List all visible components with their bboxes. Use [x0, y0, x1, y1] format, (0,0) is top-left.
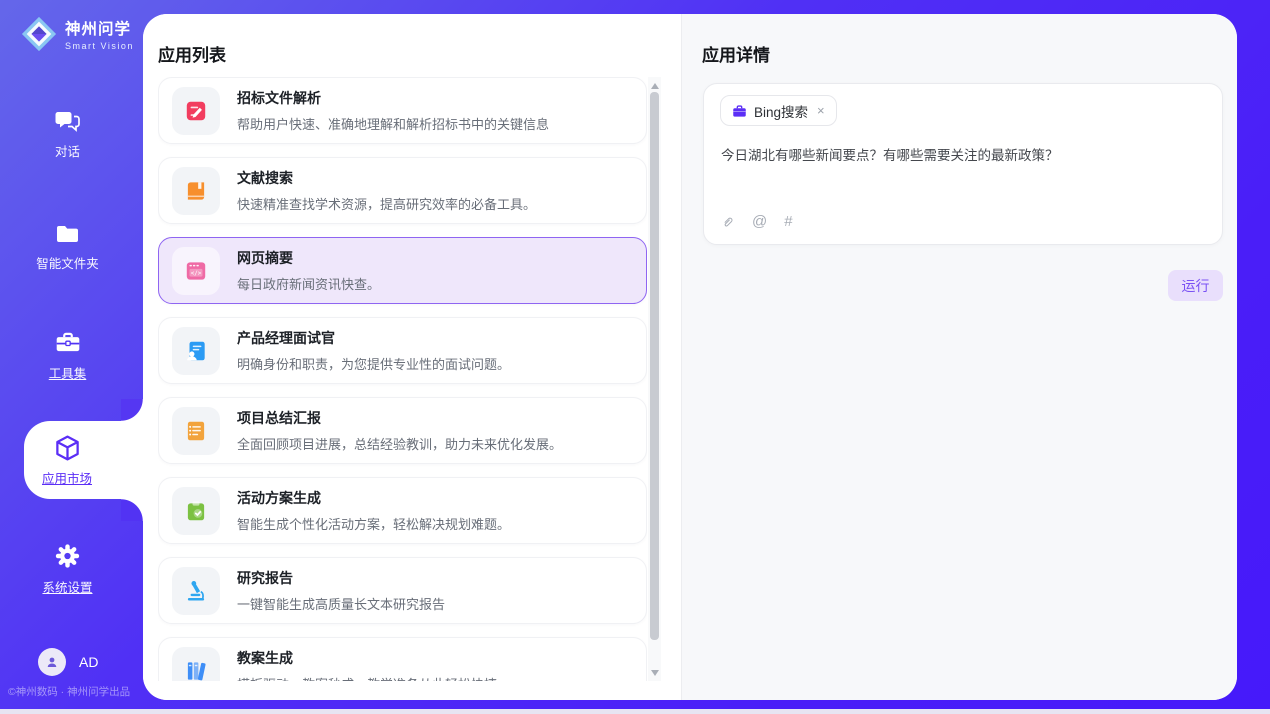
briefcase-icon [732, 104, 747, 118]
app-detail-panel: 应用详情 Bing搜索 × 今日湖北有哪些新闻要点？有哪些需要关注的最新政策？ [681, 14, 1237, 700]
app-description: 每日政府新闻资讯快查。 [237, 274, 380, 293]
doc-edit-icon [183, 98, 209, 124]
app-name: 教案生成 [237, 648, 497, 668]
app-list-panel: 应用列表 招标文件解析 帮助用户快速、准确地理解和解析招标书中的关键信息 [143, 14, 681, 700]
app-window: 神州问学 Smart Vision 对话 智能文件夹 工具 [0, 0, 1270, 714]
tool-chip-bing-search[interactable]: Bing搜索 × [720, 95, 837, 126]
diamond-logo-icon [20, 15, 58, 53]
app-description: 明确身份和职责，为您提供专业性的面试问题。 [237, 354, 510, 373]
app-name: 活动方案生成 [237, 488, 510, 508]
app-name: 研究报告 [237, 568, 445, 588]
app-card-lesson-plan[interactable]: 教案生成 模板驱动，教案秒成，教学准备从此轻松快捷 [158, 637, 647, 681]
browser-code-icon: </> [183, 258, 209, 284]
app-name: 网页摘要 [237, 248, 380, 268]
app-icon-box [172, 407, 220, 455]
app-name: 项目总结汇报 [237, 408, 562, 428]
app-description: 模板驱动，教案秒成，教学准备从此轻松快捷 [237, 674, 497, 681]
app-card-bid-doc-analysis[interactable]: 招标文件解析 帮助用户快速、准确地理解和解析招标书中的关键信息 [158, 77, 647, 144]
sidebar-item-label: 系统设置 [42, 577, 92, 596]
app-card-project-summary[interactable]: 项目总结汇报 全面回顾项目进展，总结经验教训，助力未来优化发展。 [158, 397, 647, 464]
gear-icon [53, 542, 82, 570]
app-description: 一键智能生成高质量长文本研究报告 [237, 594, 445, 613]
app-card-research-report[interactable]: 研究报告 一键智能生成高质量长文本研究报告 [158, 557, 647, 624]
cube-icon [52, 433, 83, 463]
app-detail-title: 应用详情 [702, 41, 770, 66]
sidebar-item-app-market[interactable]: 应用市场 [24, 421, 143, 499]
book-icon [183, 178, 209, 204]
bottom-edge-strip [0, 709, 1270, 714]
app-icon-box [172, 327, 220, 375]
app-description: 全面回顾项目进展，总结经验教训，助力未来优化发展。 [237, 434, 562, 453]
run-button[interactable]: 运行 [1168, 270, 1223, 301]
app-icon-box [172, 487, 220, 535]
scrollbar-thumb[interactable] [650, 92, 659, 640]
user-account[interactable]: AD [38, 648, 98, 676]
interview-icon [183, 338, 209, 364]
app-card-web-summary[interactable]: </> 网页摘要 每日政府新闻资讯快查。 [158, 237, 647, 304]
books-icon [183, 658, 209, 682]
prompt-text[interactable]: 今日湖北有哪些新闻要点？有哪些需要关注的最新政策？ [721, 146, 1201, 166]
sidebar-item-toolset[interactable]: 工具集 [0, 329, 135, 382]
sidebar-item-settings[interactable]: 系统设置 [0, 542, 135, 596]
app-list-title: 应用列表 [158, 41, 226, 66]
app-icon-box [172, 567, 220, 615]
at-icon[interactable]: @ [752, 213, 767, 230]
user-initials: AD [79, 654, 98, 670]
prompt-card: Bing搜索 × 今日湖北有哪些新闻要点？有哪些需要关注的最新政策？ @ # [703, 83, 1223, 245]
sidebar: 神州问学 Smart Vision 对话 智能文件夹 工具 [0, 0, 143, 709]
brand-subtitle: Smart Vision [65, 41, 134, 51]
app-card-literature-search[interactable]: 文献搜索 快速精准查找学术资源，提高研究效率的必备工具。 [158, 157, 647, 224]
sidebar-item-label: 对话 [55, 141, 80, 160]
tool-chip-label: Bing搜索 [754, 101, 808, 121]
clipboard-check-icon [183, 498, 209, 524]
avatar [38, 648, 66, 676]
chip-close-icon[interactable]: × [817, 103, 825, 118]
brand-logo: 神州问学 Smart Vision [20, 15, 134, 53]
chat-icon [54, 108, 82, 134]
sidebar-item-smart-folder[interactable]: 智能文件夹 [0, 222, 135, 272]
paperclip-icon[interactable] [721, 214, 735, 230]
app-icon-box [172, 647, 220, 682]
hash-icon[interactable]: # [784, 213, 792, 230]
sidebar-item-label: 应用市场 [42, 468, 92, 487]
scrollbar-down-arrow-icon[interactable] [651, 670, 659, 676]
notebook-icon [183, 418, 209, 444]
brand-name: 神州问学 [65, 17, 134, 39]
app-description: 智能生成个性化活动方案，轻松解决规划难题。 [237, 514, 510, 533]
prompt-toolbar: @ # [721, 213, 793, 230]
sidebar-item-app-market-inner: 应用市场 [24, 421, 110, 499]
sidebar-item-label: 工具集 [49, 363, 87, 382]
sidebar-item-label: 智能文件夹 [36, 253, 99, 272]
sidebar-item-chat[interactable]: 对话 [0, 108, 135, 160]
toolbox-icon [54, 329, 82, 356]
app-name: 招标文件解析 [237, 88, 549, 108]
sidebar-footer: ©神州数码 · 神州问学出品 [8, 684, 143, 699]
app-description: 帮助用户快速、准确地理解和解析招标书中的关键信息 [237, 114, 549, 133]
microscope-icon [183, 578, 209, 604]
app-icon-box: </> [172, 247, 220, 295]
app-icon-box [172, 167, 220, 215]
folder-icon [54, 222, 81, 246]
scrollbar-up-arrow-icon[interactable] [651, 83, 659, 89]
app-name: 产品经理面试官 [237, 328, 510, 348]
app-name: 文献搜索 [237, 168, 536, 188]
person-icon [44, 654, 60, 670]
app-card-event-plan[interactable]: 活动方案生成 智能生成个性化活动方案，轻松解决规划难题。 [158, 477, 647, 544]
main-content: 应用列表 招标文件解析 帮助用户快速、准确地理解和解析招标书中的关键信息 [143, 14, 1237, 700]
app-card-pm-interviewer[interactable]: 产品经理面试官 明确身份和职责，为您提供专业性的面试问题。 [158, 317, 647, 384]
svg-text:</>: </> [191, 270, 202, 276]
app-description: 快速精准查找学术资源，提高研究效率的必备工具。 [237, 194, 536, 213]
app-icon-box [172, 87, 220, 135]
app-list: 招标文件解析 帮助用户快速、准确地理解和解析招标书中的关键信息 文献搜索 [158, 77, 647, 681]
